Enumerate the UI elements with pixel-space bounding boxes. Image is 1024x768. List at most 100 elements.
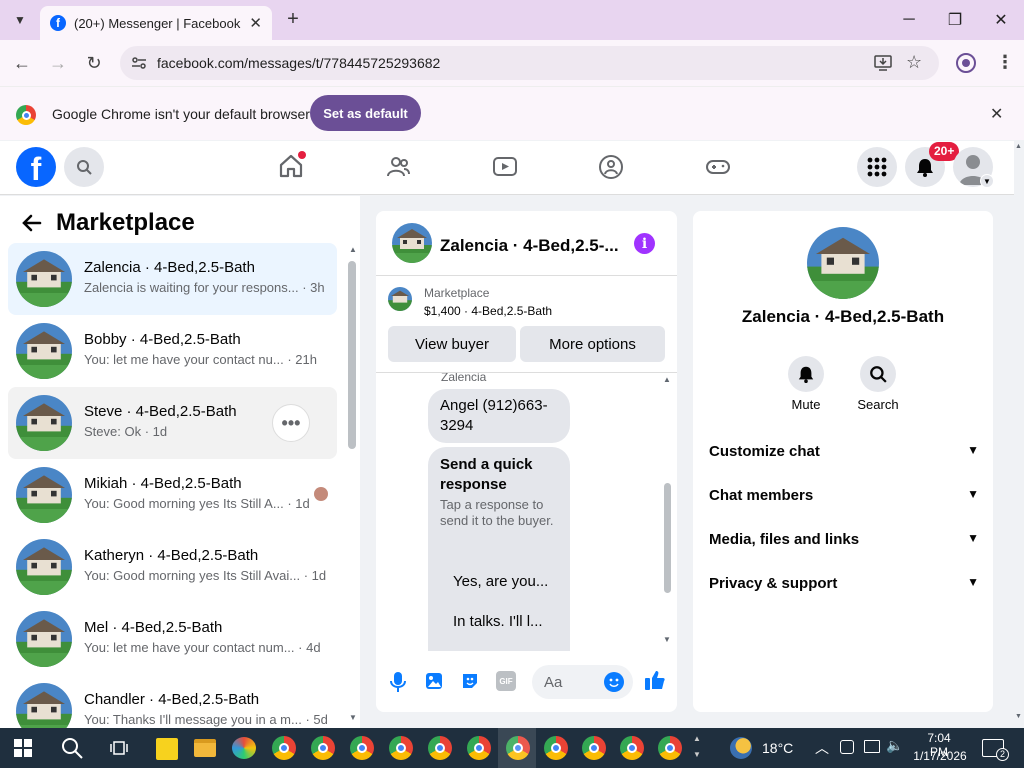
set-default-button[interactable]: Set as default [310, 95, 421, 131]
clock-date[interactable]: 1/17/2026 [912, 749, 968, 763]
contact-name: Zalencia · 4-Bed,2.5-Bath [741, 307, 945, 326]
nav-groups-button[interactable] [598, 154, 624, 185]
nav-friends-button[interactable] [385, 154, 411, 185]
chrome-taskbar-icon[interactable] [428, 736, 452, 760]
chat-info-button[interactable]: i [634, 233, 655, 254]
account-chevron-icon[interactable]: ▼ [980, 174, 994, 188]
gaming-icon [706, 160, 730, 174]
profile-icon[interactable] [956, 53, 976, 73]
meet-now-icon[interactable] [840, 740, 854, 754]
search-chat-button[interactable] [860, 356, 896, 392]
sticker-icon[interactable] [460, 671, 480, 691]
menu-button[interactable] [857, 147, 897, 187]
quick-response-button[interactable]: In talks. I'll l... [444, 605, 555, 638]
conversation-row[interactable]: Katheryn · 4-Bed,2.5-Bath You: Good morni… [8, 531, 337, 603]
minimize-button[interactable]: ─ [897, 8, 921, 32]
mute-button[interactable] [788, 356, 824, 392]
chrome-taskbar-icon[interactable] [467, 736, 491, 760]
back-button[interactable]: ← [10, 51, 34, 75]
chat-scrollbar[interactable]: ▲ ▼ [661, 373, 675, 651]
task-view-icon[interactable] [109, 738, 129, 758]
details-section-row[interactable]: Chat members ▼ [709, 487, 979, 504]
chrome-taskbar-icon[interactable] [658, 736, 682, 760]
conversation-row[interactable]: Mikiah · 4-Bed,2.5-Bath You: Good morning… [8, 459, 337, 531]
sticky-notes-icon[interactable] [156, 738, 178, 760]
maximize-button[interactable]: ❐ [943, 8, 967, 32]
details-section-row[interactable]: Privacy & support ▼ [709, 575, 979, 592]
contact-avatar[interactable] [807, 227, 879, 299]
address-bar[interactable]: facebook.com/messages/t/778445725293682 [120, 46, 939, 80]
tray-chevron-icon[interactable]: ︿ [815, 738, 829, 758]
file-explorer-icon[interactable] [194, 739, 216, 757]
quick-response-button[interactable]: Sorry, it's n... [444, 645, 555, 651]
details-section-row[interactable]: Media, files and links ▼ [709, 531, 979, 548]
listing-thumbnail[interactable] [388, 287, 412, 311]
page-scrollbar[interactable]: ▲ ▼ [1014, 141, 1024, 728]
weather-icon[interactable] [730, 737, 752, 759]
install-app-icon[interactable] [874, 54, 892, 72]
new-tab-button[interactable]: + [282, 8, 304, 30]
conversation-options-button[interactable]: ••• [272, 404, 310, 442]
chat-scrollbar-thumb[interactable] [664, 483, 671, 593]
gif-icon[interactable]: GIF [496, 671, 516, 691]
conversation-time: · 1d [287, 496, 310, 511]
chat-header-avatar[interactable] [392, 223, 432, 263]
infobar-close-icon[interactable]: ✕ [990, 104, 1003, 124]
chrome-taskbar-icon[interactable] [350, 736, 374, 760]
paint-app-icon[interactable] [232, 737, 256, 759]
taskbar-overflow-arrows[interactable]: ▲ ▼ [693, 731, 701, 763]
chrome-taskbar-icon[interactable] [544, 736, 568, 760]
chrome-taskbar-icon[interactable] [582, 736, 606, 760]
search-icon [77, 160, 92, 175]
conversation-preview-text: You: Good morning yes Its Still Avai... [84, 568, 301, 583]
tab-search-button[interactable]: ▼ [8, 8, 32, 32]
conversation-row[interactable]: Zalencia · 4-Bed,2.5-Bath Zalencia is wai… [8, 243, 337, 315]
list-scrollbar-thumb[interactable] [348, 261, 356, 449]
weather-temperature[interactable]: 18°C [762, 740, 793, 756]
message-bubble[interactable]: Angel (912)663-3294 [428, 389, 570, 443]
more-options-button[interactable]: More options [520, 326, 665, 362]
facebook-logo-icon[interactable]: f [16, 147, 56, 187]
conversation-preview-text: You: Thanks I'll message you in a m... [84, 712, 302, 727]
chrome-taskbar-icon[interactable] [311, 736, 335, 760]
back-arrow-button[interactable] [20, 211, 44, 235]
network-icon[interactable] [864, 740, 880, 753]
video-icon [493, 157, 517, 176]
emoji-icon[interactable] [604, 672, 624, 692]
conversation-row[interactable]: Steve · 4-Bed,2.5-Bath Steve: Ok · 1d ••• [8, 387, 337, 459]
nav-video-button[interactable] [492, 154, 518, 185]
volume-icon[interactable]: 🔈 [886, 737, 903, 754]
menu-kebab-icon[interactable]: ⋮ [996, 52, 1014, 73]
view-buyer-button[interactable]: View buyer [388, 326, 516, 362]
tab-close-icon[interactable]: ✕ [249, 14, 262, 32]
photo-icon[interactable] [424, 671, 444, 691]
chrome-taskbar-icon[interactable] [620, 736, 644, 760]
chrome-taskbar-icon[interactable] [272, 736, 296, 760]
conversation-row[interactable]: Bobby · 4-Bed,2.5-Bath You: let me have y… [8, 315, 337, 387]
facebook-search-button[interactable] [64, 147, 104, 187]
conversation-preview: You: Thanks I'll message you in a m... ·… [84, 712, 328, 727]
taskbar-search-icon[interactable] [60, 736, 84, 760]
conversation-name: Mel · 4-Bed,2.5-Bath [84, 619, 223, 636]
close-window-button[interactable]: ✕ [989, 8, 1013, 32]
like-thumb-icon[interactable] [644, 669, 666, 691]
site-info-icon[interactable] [130, 54, 148, 72]
forward-button[interactable]: → [46, 51, 70, 75]
chrome-taskbar-icon[interactable] [389, 736, 413, 760]
message-input-placeholder: Aa [544, 674, 563, 691]
conversation-row[interactable]: Mel · 4-Bed,2.5-Bath You: let me have you… [8, 603, 337, 675]
quick-response-button[interactable]: Yes, are you... [444, 565, 555, 598]
message-input[interactable]: Aa [532, 665, 633, 699]
bookmark-star-icon[interactable]: ☆ [906, 52, 922, 73]
details-section-row[interactable]: Customize chat ▼ [709, 443, 979, 460]
reload-button[interactable]: ↻ [82, 51, 106, 75]
windows-start-button[interactable] [14, 739, 32, 757]
list-scrollbar[interactable]: ▲ ▼ [344, 243, 360, 728]
nav-gaming-button[interactable] [705, 154, 731, 185]
chevron-down-icon: ▼ [967, 575, 979, 589]
nav-home-button[interactable] [278, 151, 306, 179]
chat-title[interactable]: Zalencia · 4-Bed,2.5-... [440, 236, 619, 256]
browser-tab[interactable]: f (20+) Messenger | Facebook ✕ [40, 6, 272, 40]
microphone-icon[interactable] [388, 671, 408, 693]
home-notification-dot [298, 151, 306, 159]
